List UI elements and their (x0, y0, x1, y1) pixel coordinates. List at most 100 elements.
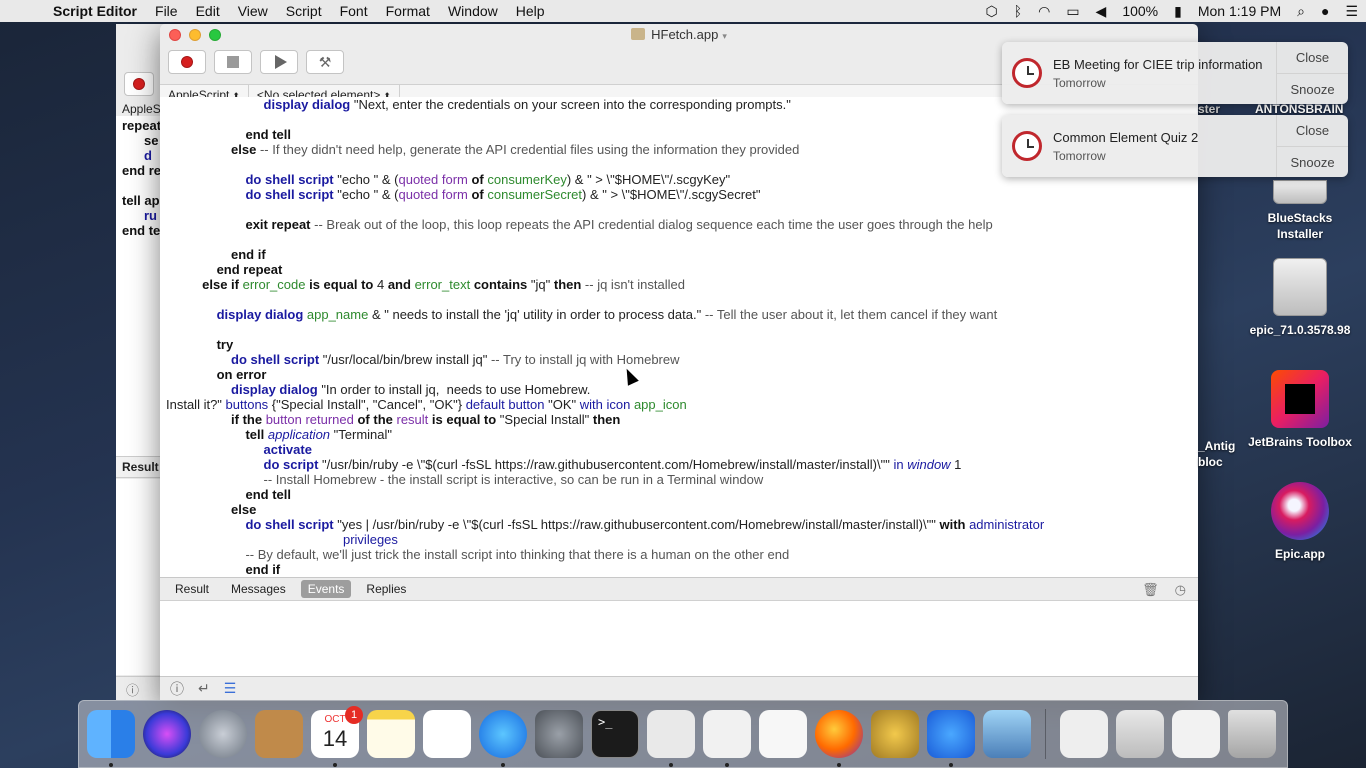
log-output-area[interactable] (160, 601, 1198, 676)
code-line[interactable] (166, 202, 1192, 217)
code-line[interactable]: exit repeat -- Break out of the loop, th… (166, 217, 1192, 232)
menu-script[interactable]: Script (277, 3, 331, 19)
code-line[interactable]: display dialog app_name & " needs to ins… (166, 307, 1192, 322)
history-clock-icon[interactable]: ◷ (1175, 582, 1186, 598)
menu-window[interactable]: Window (439, 3, 507, 19)
tab-result[interactable]: Result (168, 580, 216, 598)
return-value-icon[interactable]: ↵ (198, 680, 210, 697)
code-line[interactable]: end if (166, 247, 1192, 262)
code-line[interactable]: Install it?" buttons {"Special Install",… (166, 397, 1192, 412)
code-line[interactable]: end tell (166, 487, 1192, 502)
code-line[interactable]: end repeat (166, 262, 1192, 277)
document-proxy-icon[interactable] (631, 28, 646, 40)
description-info-icon[interactable]: ⓘ (170, 679, 184, 699)
keychain-access-icon[interactable] (871, 710, 919, 758)
notification-snooze-button[interactable]: Snooze (1277, 146, 1348, 177)
code-line[interactable]: -- By default, we'll just trick the inst… (166, 547, 1192, 562)
code-line[interactable]: do shell script "echo " & (quoted form o… (166, 187, 1192, 202)
menu-view[interactable]: View (229, 3, 277, 19)
bluetooth-icon[interactable]: ᛒ (1006, 3, 1030, 19)
document-stack-icon[interactable] (1060, 710, 1108, 758)
code-line[interactable]: else (166, 502, 1192, 517)
notification-card[interactable]: EB Meeting for CIEE trip information Tom… (1002, 42, 1348, 104)
contacts-icon[interactable] (255, 710, 303, 758)
script-editor-dock-icon[interactable] (647, 710, 695, 767)
help-drive-icon[interactable] (1116, 710, 1164, 758)
notification-snooze-button[interactable]: Snooze (1277, 73, 1348, 104)
title-chevron-icon[interactable]: ▾ (722, 31, 727, 41)
stop-button[interactable] (214, 50, 252, 74)
menu-app-name[interactable]: Script Editor (44, 3, 146, 19)
menu-font[interactable]: Font (331, 3, 377, 19)
tab-events[interactable]: Events (300, 580, 352, 598)
compile-button[interactable]: ⚒ (306, 50, 344, 74)
reminders-icon[interactable] (423, 710, 471, 758)
menu-format[interactable]: Format (377, 3, 439, 19)
status-box-icon[interactable]: ⬡ (977, 3, 1005, 20)
volume-icon[interactable]: ◀ (1088, 3, 1115, 20)
siri-icon[interactable]: ● (1313, 3, 1337, 19)
code-line[interactable] (166, 322, 1192, 337)
code-line[interactable]: do script "/usr/bin/ruby -e \"$(curl -fs… (166, 457, 1192, 472)
desktop-icon-jetbrains-toolbox[interactable]: JetBrains Toolbox (1245, 370, 1355, 450)
menu-help[interactable]: Help (507, 3, 554, 19)
bluetooth-file-exchange-icon[interactable] (927, 710, 975, 767)
code-line[interactable]: tell application "Terminal" (166, 427, 1192, 442)
bg-record-button[interactable] (124, 72, 154, 96)
system-preferences-icon[interactable] (535, 710, 583, 758)
desktop-icon-epic-dmg[interactable]: epic_71.0.3578.98 (1245, 258, 1355, 338)
airplay-icon[interactable]: ▭ (1058, 3, 1087, 20)
siri-icon[interactable] (143, 710, 191, 758)
notification-center-icon[interactable]: ☰ (1337, 3, 1366, 20)
tab-messages[interactable]: Messages (224, 580, 293, 598)
code-line[interactable]: else if error_code is equal to 4 and err… (166, 277, 1192, 292)
code-line[interactable]: privileges (166, 532, 1192, 547)
log-list-icon[interactable]: ☰ (224, 680, 237, 697)
battery-icon[interactable]: ▮ (1166, 3, 1190, 20)
notification-close-button[interactable]: Close (1277, 115, 1348, 146)
record-button[interactable] (168, 50, 206, 74)
finder-icon[interactable] (87, 710, 135, 767)
wifi-icon[interactable]: ◠ (1030, 3, 1058, 20)
trash-icon[interactable]: 🗑 (1142, 582, 1159, 598)
info-icon[interactable]: ⓘ (126, 680, 139, 699)
text-document-icon[interactable] (703, 710, 751, 767)
notification-card[interactable]: Common Element Quiz 2 Tomorrow Close Sno… (1002, 115, 1348, 177)
code-line[interactable]: on error (166, 367, 1192, 382)
firefox-icon[interactable] (815, 710, 863, 767)
code-line[interactable]: if the button returned of the result is … (166, 412, 1192, 427)
desktop-icon-bluestacks[interactable]: BlueStacks Installer (1245, 180, 1355, 242)
code-line[interactable] (166, 292, 1192, 307)
terminal-icon[interactable]: >_ (591, 710, 639, 758)
preview-icon[interactable] (983, 710, 1031, 758)
notes-icon[interactable] (367, 710, 415, 758)
window-close-button[interactable] (169, 29, 181, 41)
launchpad-icon[interactable] (199, 710, 247, 758)
screenshot-stack-icon[interactable] (1172, 710, 1220, 758)
desktop-icon-epic-app[interactable]: Epic.app (1245, 482, 1355, 562)
battery-percent[interactable]: 100% (1114, 3, 1166, 19)
code-line[interactable]: end if (166, 562, 1192, 577)
code-line[interactable] (166, 232, 1192, 247)
code-line[interactable]: -- Install Homebrew - the install script… (166, 472, 1192, 487)
code-line[interactable]: display dialog "In order to install jq, … (166, 382, 1192, 397)
menu-clock[interactable]: Mon 1:19 PM (1190, 3, 1289, 19)
run-button[interactable] (260, 50, 298, 74)
spotlight-icon[interactable]: ⌕ (1289, 3, 1313, 20)
code-line[interactable]: do shell script "yes | /usr/bin/ruby -e … (166, 517, 1192, 532)
notification-close-button[interactable]: Close (1277, 42, 1348, 73)
bg-language-select[interactable]: AppleS (122, 102, 161, 116)
textedit-icon[interactable] (759, 710, 807, 758)
menu-edit[interactable]: Edit (187, 3, 229, 19)
code-line[interactable]: try (166, 337, 1192, 352)
menu-file[interactable]: File (146, 3, 187, 19)
code-line[interactable]: activate (166, 442, 1192, 457)
window-zoom-button[interactable] (209, 29, 221, 41)
window-minimize-button[interactable] (189, 29, 201, 41)
calendar-icon[interactable]: OCT 14 1 (311, 706, 363, 767)
tab-replies[interactable]: Replies (359, 580, 413, 598)
code-line[interactable]: do shell script "/usr/local/bin/brew ins… (166, 352, 1192, 367)
code-token: app_name (306, 307, 369, 322)
app-store-icon[interactable] (479, 710, 527, 767)
trash-icon[interactable] (1228, 710, 1276, 758)
